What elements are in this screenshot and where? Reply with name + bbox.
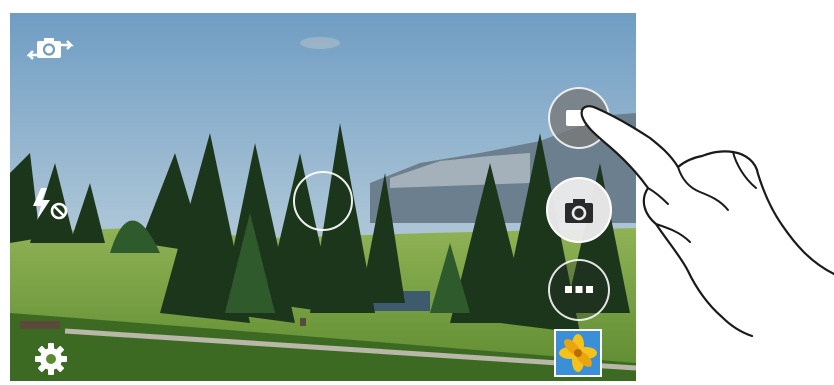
gear-icon — [35, 343, 67, 375]
flash-button[interactable] — [30, 185, 74, 223]
switch-camera-icon — [27, 38, 74, 60]
pointing-hand-illustration — [580, 105, 834, 338]
camera-viewfinder[interactable] — [10, 13, 636, 381]
flash-off-icon — [33, 188, 68, 220]
focus-indicator — [293, 171, 353, 231]
switch-camera-button[interactable] — [27, 33, 75, 67]
settings-button[interactable] — [33, 341, 69, 377]
